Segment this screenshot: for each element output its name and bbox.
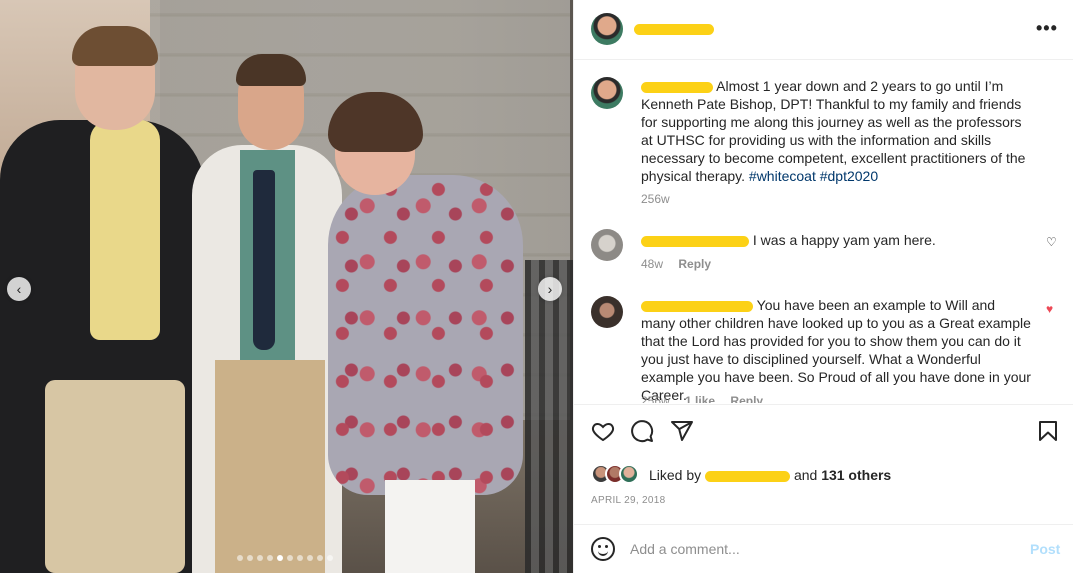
- liked-by-label: Liked by: [649, 467, 702, 483]
- hashtag-link[interactable]: #dpt2020: [820, 168, 878, 184]
- post-header: •••: [574, 0, 1073, 60]
- carousel-dot: [237, 555, 243, 561]
- comment-input[interactable]: [630, 539, 1010, 559]
- commenter-avatar[interactable]: [591, 296, 623, 328]
- add-comment-bar: Post: [574, 524, 1073, 573]
- caption-time[interactable]: 256w: [641, 192, 670, 206]
- carousel-dot: [287, 555, 293, 561]
- comment-time[interactable]: 256w: [641, 394, 670, 403]
- heart-icon[interactable]: [591, 419, 615, 443]
- author-name-redaction: [634, 24, 714, 35]
- comment-meta: 48w Reply: [641, 257, 711, 271]
- carousel-prev-button[interactable]: ‹: [7, 277, 31, 301]
- likes-summary: Liked by and 131 others: [649, 467, 891, 483]
- person-left-shirt: [90, 120, 160, 340]
- post-photo[interactable]: ‹ ›: [0, 0, 573, 573]
- person-center-pants: [215, 360, 325, 573]
- comment-icon[interactable]: [630, 419, 654, 443]
- share-icon[interactable]: [670, 419, 694, 443]
- bookmark-icon[interactable]: [1036, 419, 1060, 443]
- reply-button[interactable]: Reply: [730, 394, 763, 403]
- comment-text: I was a happy yam yam here.: [641, 231, 1031, 249]
- person-left-pants: [45, 380, 185, 573]
- caption-text: Almost 1 year down and 2 years to go unt…: [641, 77, 1031, 185]
- comment-body: I was a happy yam yam here.: [752, 232, 936, 248]
- author-avatar[interactable]: [591, 13, 623, 45]
- carousel-dot: [247, 555, 253, 561]
- carousel-dot: [277, 555, 283, 561]
- caption-author-redaction[interactable]: [641, 81, 713, 93]
- carousel-next-button[interactable]: ›: [538, 277, 562, 301]
- carousel-dot: [267, 555, 273, 561]
- comment-likes-count[interactable]: 1 like: [685, 394, 715, 403]
- comment-time[interactable]: 48w: [641, 257, 663, 271]
- commenter-name-redaction[interactable]: [641, 300, 753, 312]
- likers-avatars[interactable]: [591, 464, 639, 484]
- carousel-indicator: [237, 555, 333, 561]
- comment-text: You have been an example to Will and man…: [641, 296, 1031, 403]
- commenter-avatar[interactable]: [591, 229, 623, 261]
- carousel-dot: [297, 555, 303, 561]
- carousel-dot: [317, 555, 323, 561]
- reply-button[interactable]: Reply: [678, 257, 711, 271]
- person-right-pants: [385, 480, 475, 573]
- photo-railing: [525, 260, 573, 573]
- carousel-dot: [257, 555, 263, 561]
- hashtag-link[interactable]: #whitecoat: [749, 168, 816, 184]
- liker-name-redaction[interactable]: [705, 470, 791, 482]
- carousel-dot: [307, 555, 313, 561]
- person-center-tie: [253, 170, 275, 350]
- comment-like-heart-icon[interactable]: ♡: [1046, 235, 1057, 249]
- comment-meta: 256w 1 like Reply: [641, 394, 763, 403]
- comment-body: You have been an example to Will and man…: [641, 297, 1031, 403]
- post-comment-button[interactable]: Post: [1030, 541, 1060, 557]
- commenter-name-redaction[interactable]: [641, 235, 749, 247]
- post-actions: Liked by and 131 others APRIL 29, 2018: [574, 404, 1073, 524]
- person-left-hair: [72, 26, 158, 66]
- chevron-right-icon: ›: [547, 281, 553, 297]
- post-side-panel: ••• Almost 1 year down and 2 years to go…: [573, 0, 1073, 573]
- comment-liked-heart-icon[interactable]: ♥: [1046, 302, 1053, 316]
- chevron-left-icon: ‹: [16, 281, 22, 297]
- likes-and-label: and: [793, 467, 818, 483]
- liker-avatar: [619, 464, 639, 484]
- caption-meta: 256w: [641, 192, 670, 206]
- emoji-icon[interactable]: [591, 537, 615, 561]
- more-horizontal-icon[interactable]: •••: [1036, 18, 1058, 39]
- likes-others-link[interactable]: 131 others: [821, 467, 891, 483]
- comments-list[interactable]: Almost 1 year down and 2 years to go unt…: [574, 61, 1073, 403]
- post-date[interactable]: APRIL 29, 2018: [591, 495, 665, 506]
- person-right-dress: [328, 175, 523, 495]
- caption-author-avatar[interactable]: [591, 77, 623, 109]
- person-center-hair: [236, 54, 306, 86]
- carousel-dot: [327, 555, 333, 561]
